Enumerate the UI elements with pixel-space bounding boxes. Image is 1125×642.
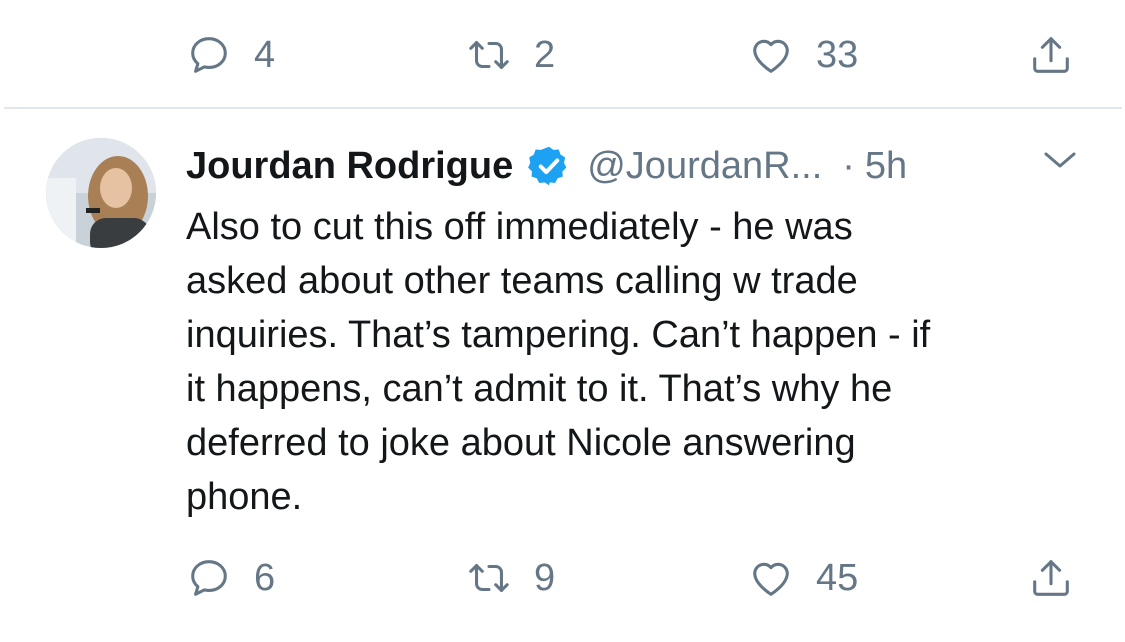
tweet-header: Jourdan Rodrigue @JourdanR... · 5h — [186, 140, 907, 192]
share-button[interactable] — [1028, 548, 1074, 608]
avatar-photo — [46, 138, 156, 248]
retweet-count: 2 — [534, 34, 556, 76]
reply-icon — [191, 37, 227, 73]
share-icon — [1033, 560, 1069, 596]
verified-badge-icon — [528, 146, 567, 186]
avatar[interactable] — [46, 138, 156, 248]
retweet-button[interactable]: 2 — [466, 25, 555, 85]
heart-icon — [753, 562, 789, 596]
retweet-count: 9 — [534, 557, 556, 599]
like-button[interactable]: 33 — [748, 25, 858, 85]
tweet-actions: 6 9 45 — [0, 548, 1125, 608]
previous-tweet-actions: 4 2 33 — [0, 25, 1125, 85]
retweet-button[interactable]: 9 — [466, 548, 555, 608]
heart-icon — [753, 39, 789, 73]
retweet-icon — [469, 41, 509, 69]
chevron-down-icon[interactable] — [1040, 148, 1080, 172]
share-button[interactable] — [1028, 25, 1074, 85]
reply-count: 4 — [254, 34, 276, 76]
tweet-text: Also to cut this off immediately - he wa… — [186, 206, 931, 518]
reply-button[interactable]: 4 — [186, 25, 275, 85]
display-name[interactable]: Jourdan Rodrigue — [186, 145, 513, 188]
reply-button[interactable]: 6 — [186, 548, 275, 608]
divider — [4, 107, 1122, 109]
like-count: 33 — [816, 34, 859, 76]
like-button[interactable]: 45 — [748, 548, 858, 608]
share-icon — [1033, 37, 1069, 73]
like-count: 45 — [816, 557, 859, 599]
reply-icon — [191, 560, 227, 596]
reply-count: 6 — [254, 557, 276, 599]
timestamp[interactable]: 5h — [865, 145, 907, 188]
handle[interactable]: @JourdanR... — [587, 145, 822, 188]
retweet-icon — [469, 564, 509, 592]
separator-dot: · — [842, 144, 855, 187]
